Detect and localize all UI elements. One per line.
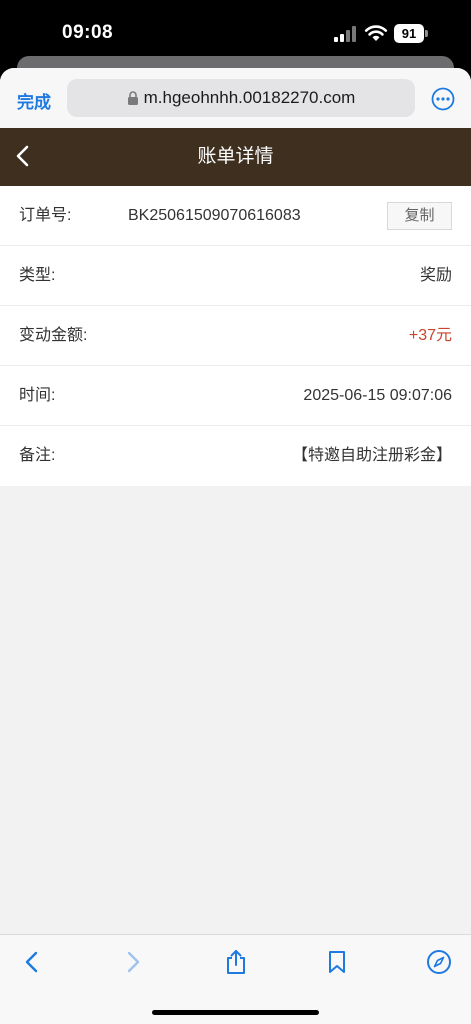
done-button[interactable]: 完成 (17, 88, 51, 113)
page-header: 账单详情 (0, 128, 471, 186)
order-number-value: BK25061509070616083 (128, 207, 301, 224)
type-label: 类型: (19, 267, 56, 284)
wifi-icon (364, 25, 388, 41)
battery-icon: 91 (394, 24, 428, 43)
copy-button[interactable]: 复制 (387, 202, 452, 230)
share-icon[interactable] (223, 949, 249, 975)
amount-row: 变动金额: +37元 (0, 306, 471, 366)
time-label: 时间: (19, 387, 56, 404)
signal-icon (334, 26, 356, 42)
browser-top-bar: 完成 m.hgeohnhh.00182270.com (0, 68, 471, 128)
type-value: 奖励 (419, 267, 452, 284)
order-number-label: 订单号: (19, 207, 72, 224)
battery-level: 91 (394, 24, 424, 43)
bookmarks-icon[interactable] (324, 949, 350, 975)
amount-label: 变动金额: (19, 327, 88, 344)
page-title: 账单详情 (197, 146, 274, 167)
order-number-row: 订单号: BK25061509070616083 复制 (0, 186, 471, 246)
time-value: 2025-06-15 09:07:06 (303, 387, 452, 404)
status-time: 09:08 (62, 22, 114, 43)
lock-icon (127, 91, 138, 105)
time-row: 时间: 2025-06-15 09:07:06 (0, 366, 471, 426)
compass-icon[interactable] (426, 949, 452, 975)
url-text: m.hgeohnhh.00182270.com (143, 88, 356, 107)
note-value: 【特邀自助注册彩金】 (291, 447, 452, 464)
status-bar: 09:08 91 (0, 0, 471, 62)
browser-sheet: 完成 m.hgeohnhh.00182270.com 账单详情 订单号: BK2… (0, 68, 471, 1024)
note-row: 备注: 【特邀自助注册彩金】 (0, 426, 471, 486)
back-chevron-icon[interactable] (12, 144, 34, 168)
url-field[interactable]: m.hgeohnhh.00182270.com (67, 79, 415, 117)
battery-tip (425, 30, 428, 37)
bill-detail-list: 订单号: BK25061509070616083 复制 类型: 奖励 变动金额:… (0, 186, 471, 486)
forward-icon[interactable] (120, 949, 146, 975)
more-options-icon[interactable] (431, 87, 455, 111)
amount-value: +37元 (408, 327, 452, 344)
home-indicator (152, 1010, 319, 1015)
type-row: 类型: 奖励 (0, 246, 471, 306)
note-label: 备注: (19, 447, 56, 464)
back-icon[interactable] (19, 949, 45, 975)
